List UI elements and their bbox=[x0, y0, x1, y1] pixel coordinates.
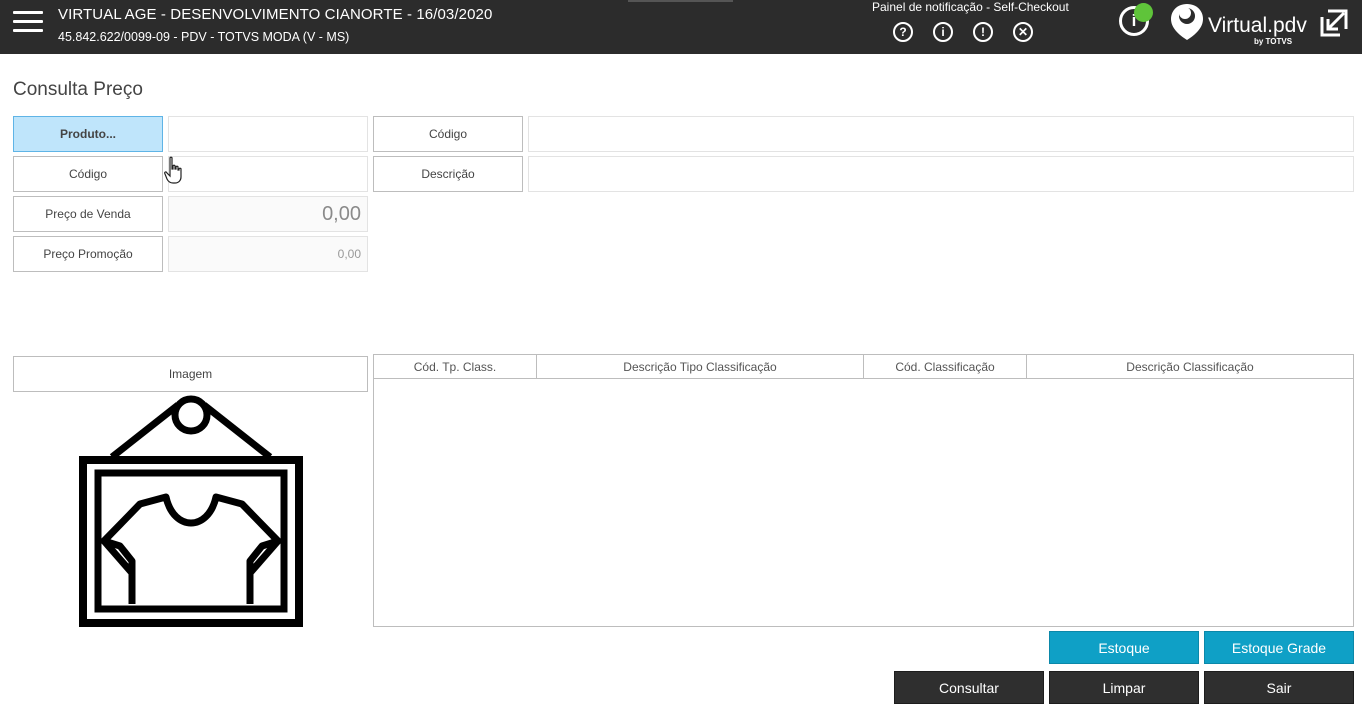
preco-venda-value: 0,00 bbox=[168, 196, 368, 232]
logo-by-totvs: by TOTVS bbox=[1254, 37, 1293, 46]
info-icon[interactable]: i bbox=[933, 22, 953, 42]
virtual-pdv-logo: Virtual.pdv by TOTVS bbox=[1170, 2, 1307, 50]
column-header-descricao-classificacao[interactable]: Descrição Classificação bbox=[1027, 355, 1353, 378]
hamburger-menu-icon[interactable] bbox=[13, 11, 43, 33]
table-header: Cód. Tp. Class. Descrição Tipo Classific… bbox=[374, 355, 1353, 379]
online-status-indicator bbox=[1134, 3, 1153, 22]
header-subtitle: 45.842.622/0099-09 - PDV - TOTVS MODA (V… bbox=[58, 30, 350, 44]
limpar-button[interactable]: Limpar bbox=[1049, 671, 1199, 704]
exit-icon[interactable] bbox=[1318, 7, 1350, 39]
help-icon[interactable]: ? bbox=[893, 22, 913, 42]
column-header-cod-tp-class[interactable]: Cód. Tp. Class. bbox=[374, 355, 537, 378]
image-label: Imagem bbox=[13, 356, 368, 392]
preco-venda-label: Preço de Venda bbox=[13, 196, 163, 232]
notification-panel-label: Painel de notificação - Self-Checkout bbox=[872, 0, 1069, 14]
consultar-button[interactable]: Consultar bbox=[894, 671, 1044, 704]
codigo-field[interactable] bbox=[168, 156, 368, 192]
top-tab-indicator bbox=[628, 0, 733, 2]
estoque-grade-button[interactable]: Estoque Grade bbox=[1204, 631, 1354, 664]
notification-icons: ? i ! ✕ bbox=[893, 22, 1033, 42]
logo-mark-icon bbox=[1171, 4, 1203, 40]
produto-button[interactable]: Produto... bbox=[13, 116, 163, 152]
header-title: VIRTUAL AGE - DESENVOLVIMENTO CIANORTE -… bbox=[58, 6, 493, 23]
preco-promocao-label: Preço Promoção bbox=[13, 236, 163, 272]
hand-cursor-icon bbox=[164, 156, 182, 184]
close-icon[interactable]: ✕ bbox=[1013, 22, 1033, 42]
codigo-button[interactable]: Código bbox=[13, 156, 163, 192]
app-header: VIRTUAL AGE - DESENVOLVIMENTO CIANORTE -… bbox=[0, 0, 1362, 54]
alert-icon[interactable]: ! bbox=[973, 22, 993, 42]
logo-text: Virtual.pdv bbox=[1208, 14, 1307, 37]
sair-button[interactable]: Sair bbox=[1204, 671, 1354, 704]
descricao-field[interactable] bbox=[528, 156, 1354, 192]
estoque-button[interactable]: Estoque bbox=[1049, 631, 1199, 664]
codigo-button-right[interactable]: Código bbox=[373, 116, 523, 152]
preco-promocao-value: 0,00 bbox=[168, 236, 368, 272]
product-placeholder-icon bbox=[79, 395, 303, 627]
column-header-cod-classificacao[interactable]: Cód. Classificação bbox=[864, 355, 1027, 378]
descricao-button[interactable]: Descrição bbox=[373, 156, 523, 192]
produto-field[interactable] bbox=[168, 116, 368, 152]
codigo-right-field[interactable] bbox=[528, 116, 1354, 152]
page-title: Consulta Preço bbox=[13, 79, 143, 100]
classification-table[interactable]: Cód. Tp. Class. Descrição Tipo Classific… bbox=[373, 354, 1354, 627]
column-header-descricao-tipo-classificacao[interactable]: Descrição Tipo Classificação bbox=[537, 355, 864, 378]
